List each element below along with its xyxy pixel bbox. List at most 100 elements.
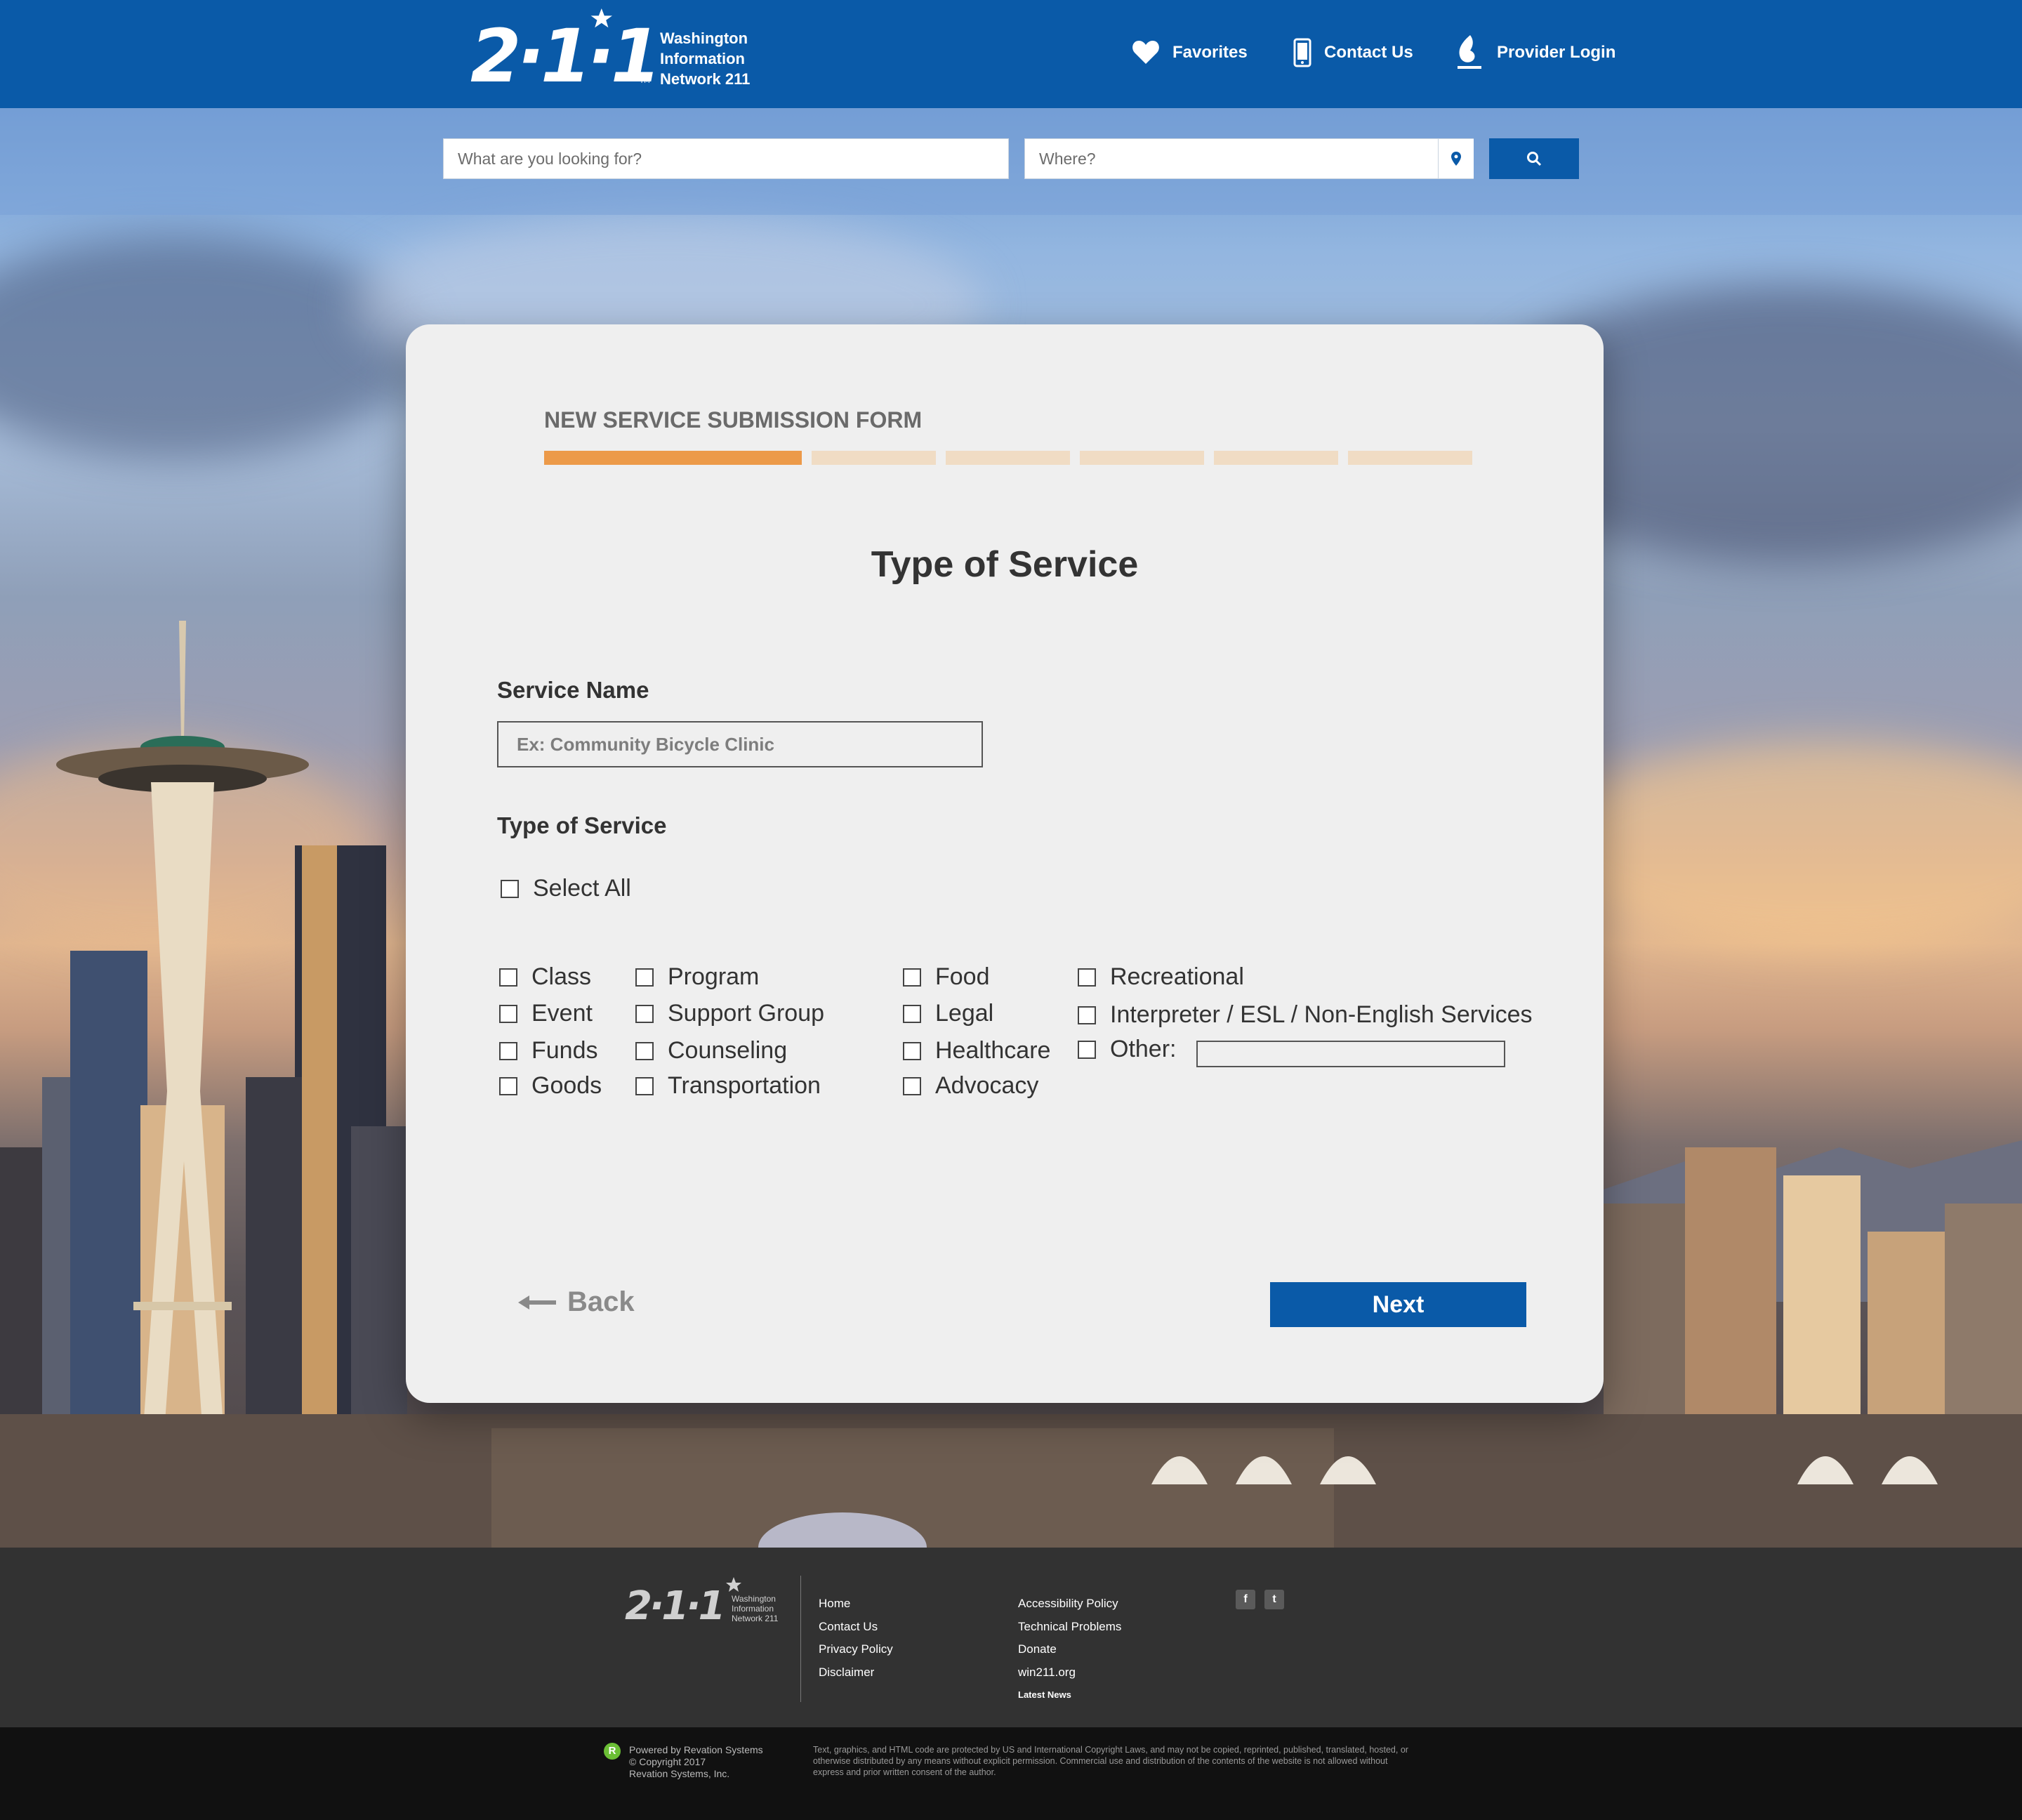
- service-name-input[interactable]: Ex: Community Bicycle Clinic: [497, 721, 983, 767]
- legal-notice: Text, graphics, and HTML code are protec…: [813, 1745, 1408, 1777]
- other-service-input[interactable]: [1196, 1041, 1505, 1067]
- footer-link-accessibility[interactable]: Accessibility Policy: [1018, 1592, 1121, 1616]
- option-label: Class: [531, 963, 592, 990]
- checkbox-box[interactable]: [1078, 968, 1096, 987]
- progress-step-2: [812, 451, 936, 465]
- option-label: Legal: [935, 1000, 994, 1027]
- copyright-line-2: Revation Systems, Inc.: [629, 1768, 730, 1779]
- checkbox-interpreter-esl[interactable]: Interpreter / ESL / Non-English Services: [1078, 1001, 1533, 1029]
- search-icon: [1527, 152, 1542, 166]
- type-of-service-label: Type of Service: [497, 812, 667, 838]
- win211-logo[interactable]: 2·1·1 TM Washington Information Network …: [468, 8, 762, 99]
- top-navigation-bar: 2·1·1 TM Washington Information Network …: [0, 0, 2022, 108]
- option-label: Support Group: [668, 1000, 825, 1027]
- next-button[interactable]: Next: [1270, 1282, 1526, 1327]
- logo-mark: 2·1·1 TM: [470, 8, 661, 99]
- phone-icon: [1293, 38, 1311, 67]
- footer-link-latest-news[interactable]: Latest News: [1018, 1684, 1121, 1707]
- checkbox-box[interactable]: [903, 1041, 921, 1060]
- select-all-checkbox[interactable]: Select All: [501, 875, 631, 902]
- checkbox-box[interactable]: [903, 1004, 921, 1023]
- checkbox-healthcare[interactable]: Healthcare: [903, 1037, 1050, 1064]
- checkbox-box[interactable]: [903, 1076, 921, 1095]
- location-pin-button[interactable]: [1438, 139, 1474, 178]
- checkbox-other[interactable]: Other:: [1078, 1036, 1176, 1063]
- footer-links-col1: Home Contact Us Privacy Policy Disclaime…: [819, 1592, 893, 1684]
- search-what-input[interactable]: What are you looking for?: [443, 138, 1009, 179]
- logo-line-2: Information: [660, 50, 745, 67]
- footer-links-col2: Accessibility Policy Technical Problems …: [1018, 1592, 1121, 1707]
- option-label: Counseling: [668, 1037, 788, 1064]
- option-label: Event: [531, 1000, 593, 1027]
- option-label: Food: [935, 963, 990, 990]
- option-label: Funds: [531, 1037, 598, 1064]
- form-title: NEW SERVICE SUBMISSION FORM: [544, 407, 923, 433]
- svg-text:Information: Information: [732, 1604, 774, 1614]
- checkbox-food[interactable]: Food: [903, 963, 990, 991]
- twitter-icon[interactable]: t: [1264, 1590, 1284, 1609]
- checkbox-box[interactable]: [903, 968, 921, 987]
- checkbox-advocacy[interactable]: Advocacy: [903, 1072, 1038, 1100]
- nav-provider-login[interactable]: Provider Login: [1453, 28, 1615, 77]
- flame-icon: [1458, 35, 1481, 69]
- search-where-input[interactable]: Where?: [1024, 138, 1474, 179]
- footer: 2·1·1 Washington Information Network 211…: [0, 1548, 2022, 1727]
- logo-line-3: Network 211: [660, 70, 751, 88]
- checkbox-box[interactable]: [499, 1004, 517, 1023]
- checkbox-box[interactable]: [499, 1041, 517, 1060]
- checkbox-funds[interactable]: Funds: [499, 1037, 598, 1064]
- nav-contact-label: Contact Us: [1324, 43, 1413, 62]
- footer-link-home[interactable]: Home: [819, 1592, 893, 1616]
- progress-step-6: [1348, 451, 1472, 465]
- checkbox-event[interactable]: Event: [499, 1000, 593, 1027]
- footer-link-win211[interactable]: win211.org: [1018, 1661, 1121, 1684]
- checkbox-transportation[interactable]: Transportation: [635, 1072, 821, 1100]
- checkbox-recreational[interactable]: Recreational: [1078, 963, 1244, 991]
- submission-form-card: NEW SERVICE SUBMISSION FORM Type of Serv…: [406, 324, 1604, 1403]
- svg-text:Network 211: Network 211: [732, 1614, 779, 1623]
- progress-step-5: [1214, 451, 1338, 465]
- footer-divider: [800, 1576, 801, 1702]
- checkbox-box[interactable]: [1078, 1040, 1096, 1059]
- checkbox-box[interactable]: [501, 879, 519, 898]
- checkbox-box[interactable]: [1078, 1005, 1096, 1024]
- checkbox-box[interactable]: [635, 1076, 654, 1095]
- footer-link-privacy-policy[interactable]: Privacy Policy: [819, 1638, 893, 1661]
- search-band: [0, 108, 2022, 215]
- checkbox-box[interactable]: [635, 968, 654, 987]
- checkbox-legal[interactable]: Legal: [903, 1000, 993, 1027]
- checkbox-box[interactable]: [499, 1076, 517, 1095]
- nav-contact-us[interactable]: Contact Us: [1293, 28, 1413, 77]
- progress-bar: [544, 451, 1472, 465]
- logo-line-1: Washington: [660, 29, 748, 47]
- footer-link-technical-problems[interactable]: Technical Problems: [1018, 1616, 1121, 1639]
- option-label: Program: [668, 963, 760, 990]
- footer-link-contact-us[interactable]: Contact Us: [819, 1616, 893, 1639]
- footer-logo[interactable]: 2·1·1 Washington Information Network 211: [625, 1577, 800, 1629]
- checkbox-support-group[interactable]: Support Group: [635, 1000, 824, 1027]
- search-button[interactable]: [1489, 138, 1579, 179]
- footer-link-disclaimer[interactable]: Disclaimer: [819, 1661, 893, 1684]
- footer-link-donate[interactable]: Donate: [1018, 1638, 1121, 1661]
- facebook-icon[interactable]: f: [1236, 1590, 1255, 1609]
- step-title: Type of Service: [871, 544, 1139, 585]
- checkbox-box[interactable]: [635, 1004, 654, 1023]
- checkbox-class[interactable]: Class: [499, 963, 591, 991]
- map-pin-icon: [1451, 152, 1461, 166]
- progress-step-1: [544, 451, 802, 465]
- back-button[interactable]: Back: [518, 1286, 635, 1318]
- powered-by: Powered by Revation Systems © Copyright …: [629, 1744, 763, 1780]
- powered-by-text[interactable]: Powered by Revation Systems: [629, 1744, 763, 1756]
- option-label: Other:: [1110, 1036, 1177, 1062]
- nav-favorites[interactable]: Favorites: [1132, 28, 1248, 77]
- checkbox-box[interactable]: [635, 1041, 654, 1060]
- option-label: Healthcare: [935, 1037, 1051, 1064]
- footer-logo-mark: 2·1·1 Washington Information Network 211: [625, 1577, 779, 1629]
- checkbox-goods[interactable]: Goods: [499, 1072, 602, 1100]
- checkbox-box[interactable]: [499, 968, 517, 987]
- option-label: Advocacy: [935, 1072, 1039, 1099]
- option-label: Recreational: [1110, 963, 1244, 990]
- checkbox-counseling[interactable]: Counseling: [635, 1037, 787, 1064]
- checkbox-program[interactable]: Program: [635, 963, 759, 991]
- progress-step-4: [1080, 451, 1204, 465]
